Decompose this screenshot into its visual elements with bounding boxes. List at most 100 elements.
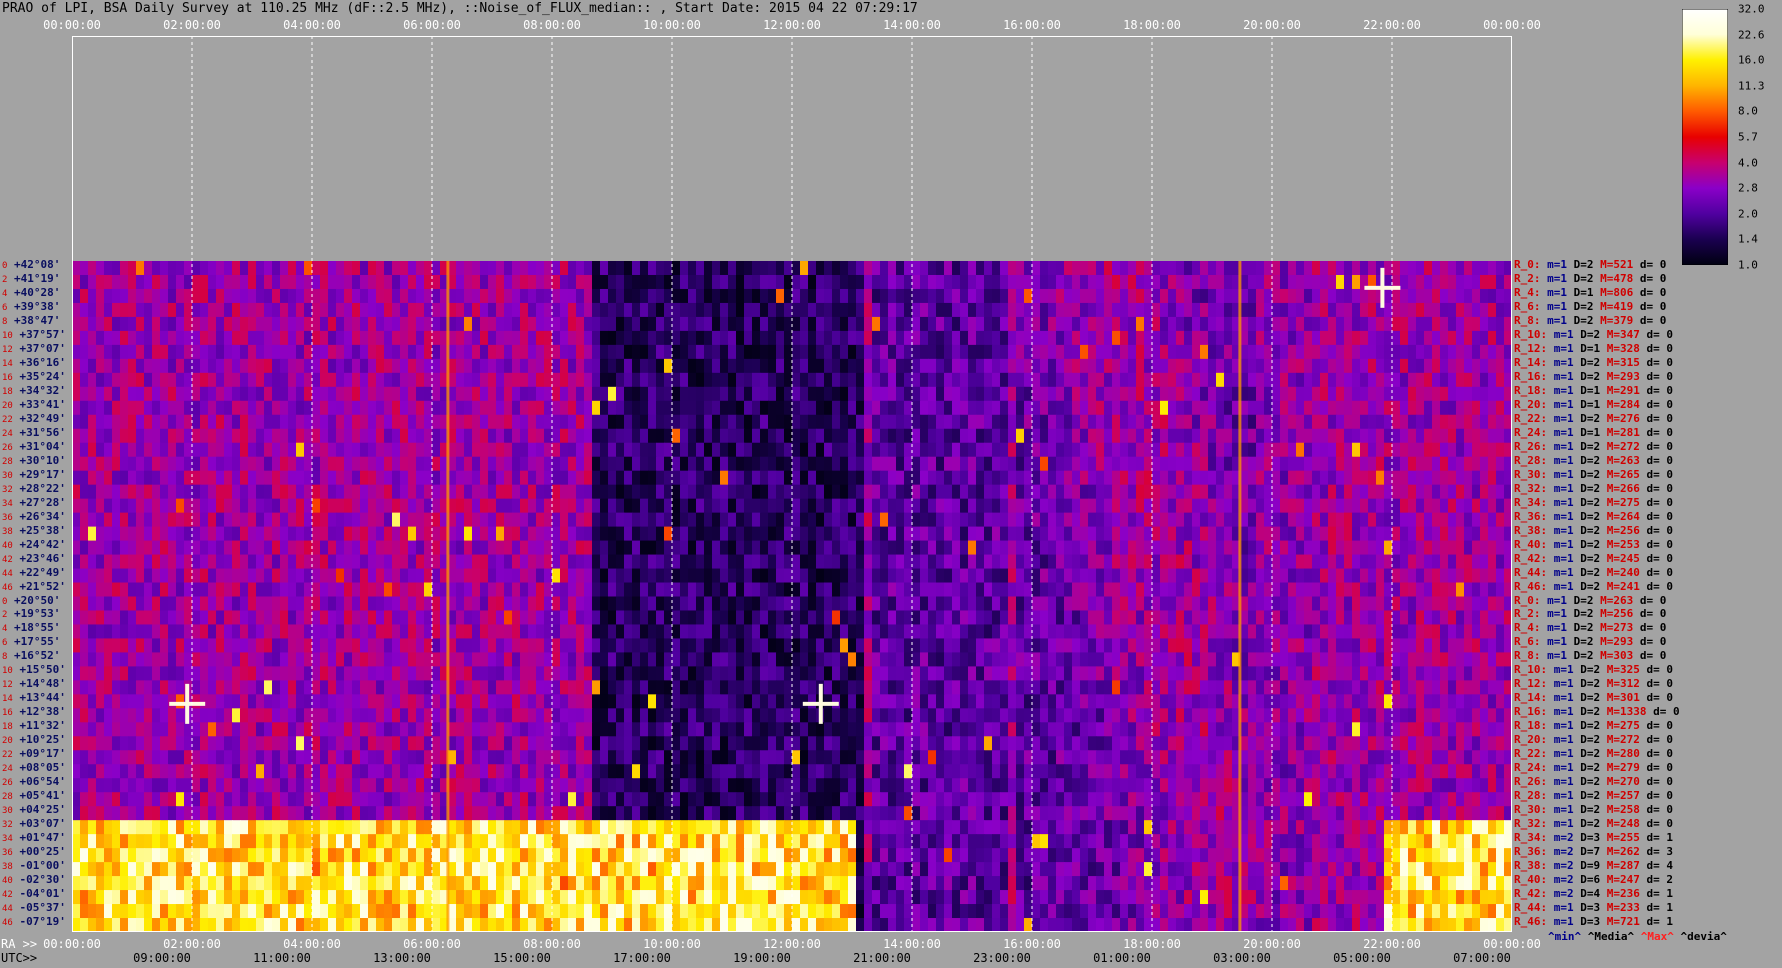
heatmap-cell <box>1208 344 1217 360</box>
heatmap-cell <box>1472 540 1481 556</box>
heatmap-cell <box>1496 456 1505 472</box>
heatmap-cell <box>904 302 913 318</box>
heatmap-cell <box>824 428 833 444</box>
heatmap-cell <box>1120 582 1129 598</box>
heatmap-cell <box>240 386 249 402</box>
heatmap-cell <box>552 554 561 570</box>
heatmap-cell <box>1280 372 1289 388</box>
heatmap-cell <box>704 372 713 388</box>
heatmap-cell <box>960 554 969 570</box>
heatmap-cell <box>776 470 785 486</box>
heatmap-cell <box>408 526 417 542</box>
heatmap-cell <box>136 442 145 458</box>
heatmap-cell <box>728 442 737 458</box>
heatmap-cell <box>360 498 369 514</box>
heatmap-cell <box>1120 470 1129 486</box>
heatmap-cell <box>512 470 521 486</box>
heatmap-cell <box>680 428 689 444</box>
heatmap-cell <box>1168 526 1177 542</box>
heatmap-cell <box>992 498 1001 514</box>
heatmap-cell <box>664 330 673 346</box>
heatmap-cell <box>960 344 969 360</box>
heatmap-cell <box>288 330 297 346</box>
heatmap-cell <box>208 344 217 360</box>
heatmap-cell <box>720 386 729 402</box>
heatmap-cell <box>456 261 465 276</box>
heatmap-cell <box>1032 498 1041 514</box>
heatmap-cell <box>224 568 233 584</box>
heatmap-cell <box>696 372 705 388</box>
heatmap-cell <box>1128 456 1137 472</box>
heatmap-cell <box>72 568 81 584</box>
heatmap-cell <box>272 624 281 640</box>
heatmap-cell <box>1200 540 1209 556</box>
heatmap-cell <box>800 610 809 626</box>
heatmap-cell <box>808 274 817 290</box>
heatmap-cell <box>1216 428 1225 444</box>
heatmap-cell <box>1032 274 1041 290</box>
heatmap-cell <box>88 610 97 626</box>
heatmap-cell <box>456 386 465 402</box>
heatmap-cell <box>200 302 209 318</box>
heatmap-cell <box>984 316 993 332</box>
heatmap-cell <box>464 568 473 584</box>
heatmap-cell <box>272 540 281 556</box>
heatmap-cell <box>1088 414 1097 430</box>
heatmap-cell <box>1256 386 1265 402</box>
heatmap-cell <box>1096 400 1105 416</box>
heatmap-cell <box>184 512 193 528</box>
heatmap-cell <box>376 540 385 556</box>
heatmap-cell <box>1008 386 1017 402</box>
heatmap-cell <box>840 526 849 542</box>
heatmap-cell <box>240 302 249 318</box>
heatmap-cell <box>848 484 857 500</box>
heatmap-cell <box>72 582 81 598</box>
heatmap-cell <box>1392 582 1401 598</box>
heatmap-cell <box>632 484 641 500</box>
heatmap-cell <box>544 316 553 332</box>
heatmap-cell <box>232 456 241 472</box>
heatmap-cell <box>168 624 177 640</box>
heatmap-cell <box>352 274 361 290</box>
heatmap-cell <box>1024 442 1033 458</box>
heatmap-cell <box>1168 288 1177 304</box>
heatmap-cell <box>1328 624 1337 640</box>
heatmap-cell <box>352 344 361 360</box>
heatmap-cell <box>600 261 609 276</box>
heatmap-cell <box>184 261 193 276</box>
heatmap-cell <box>528 512 537 528</box>
plot-frame <box>72 36 1512 932</box>
heatmap-cell <box>232 498 241 514</box>
heatmap-cell <box>336 288 345 304</box>
heatmap-cell <box>928 568 937 584</box>
heatmap-cell <box>1176 261 1185 276</box>
heatmap-cell <box>1504 484 1512 500</box>
heatmap-cell <box>584 261 593 276</box>
heatmap-cell <box>864 358 873 374</box>
heatmap-cell <box>136 302 145 318</box>
heatmap-cell <box>512 568 521 584</box>
heatmap-cell <box>368 414 377 430</box>
heatmap-cell <box>464 372 473 388</box>
heatmap-cell <box>864 330 873 346</box>
heatmap-cell <box>984 330 993 346</box>
heatmap-cell <box>856 358 865 374</box>
heatmap-cell <box>696 288 705 304</box>
heatmap-cell <box>200 526 209 542</box>
heatmap-cell <box>472 526 481 542</box>
heatmap-cell <box>464 400 473 416</box>
heatmap-cell <box>544 358 553 374</box>
heatmap-cell <box>1480 484 1489 500</box>
heatmap-cell <box>1056 302 1065 318</box>
heatmap-cell <box>888 288 897 304</box>
heatmap-cell <box>1200 316 1209 332</box>
heatmap-cell <box>496 582 505 598</box>
heatmap-cell <box>352 386 361 402</box>
heatmap-cell <box>1320 470 1329 486</box>
heatmap-cell <box>960 330 969 346</box>
heatmap-cell <box>304 428 313 444</box>
heatmap-cell <box>760 316 769 332</box>
heatmap-cell <box>1392 372 1401 388</box>
heatmap-cell <box>1176 470 1185 486</box>
heatmap-cell <box>192 442 201 458</box>
